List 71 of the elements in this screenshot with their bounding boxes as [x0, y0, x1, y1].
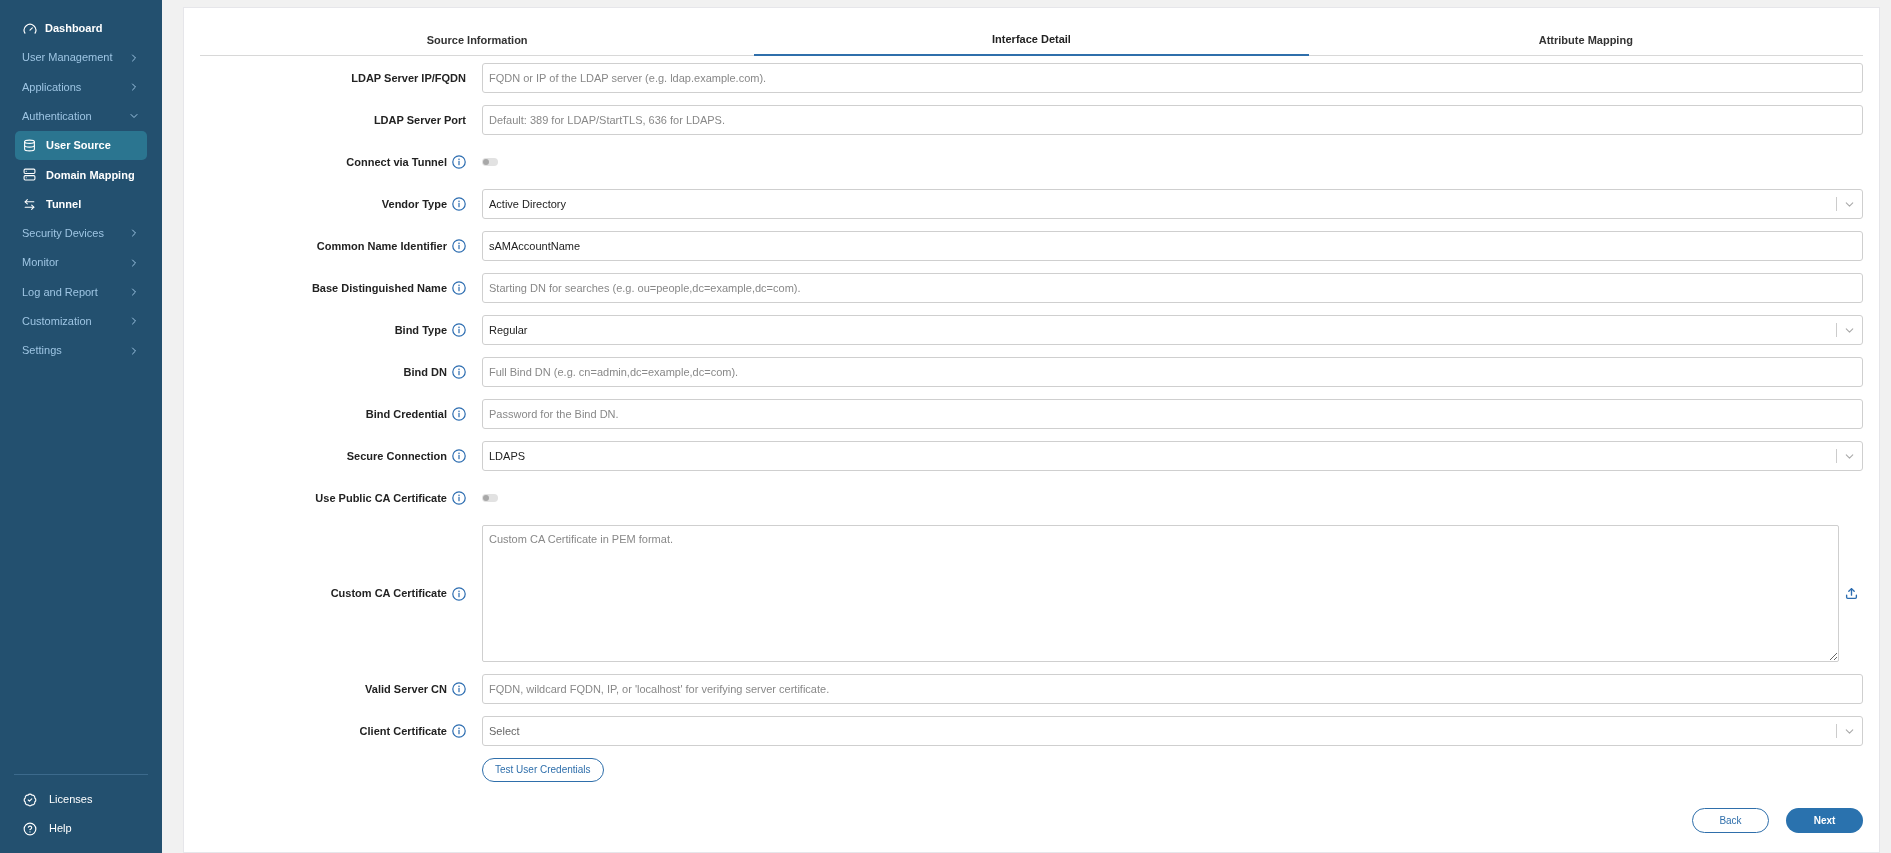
arrows-icon: [23, 197, 36, 211]
sidebar-subitem[interactable]: Tunnel: [15, 189, 147, 219]
sidebar-item[interactable]: User Management: [15, 43, 147, 73]
sidebar-item[interactable]: Licenses: [15, 785, 147, 814]
sidebar-item[interactable]: Monitor: [15, 248, 147, 278]
info-icon[interactable]: [452, 323, 466, 337]
info-icon[interactable]: [452, 682, 466, 696]
sidebar-item[interactable]: Authentication: [15, 101, 147, 131]
select-field[interactable]: Active Directory: [482, 189, 1863, 219]
next-button[interactable]: Next: [1786, 808, 1863, 833]
sidebar-item[interactable]: Applications: [15, 72, 147, 102]
tab[interactable]: Source Information: [200, 24, 755, 56]
text-field[interactable]: sAMAccountName: [482, 231, 1863, 261]
field-label: Secure Connection: [346, 448, 447, 464]
field-label: Bind DN: [403, 364, 447, 380]
upload-icon[interactable]: [1844, 587, 1858, 600]
tab[interactable]: Attribute Mapping: [1308, 24, 1863, 56]
field-label: Common Name Identifier: [316, 238, 447, 254]
badge-check-icon: [23, 792, 37, 807]
info-icon[interactable]: [452, 365, 466, 379]
question-icon: [23, 821, 37, 836]
text-field[interactable]: Starting DN for searches (e.g. ou=people,dc=example,dc=com).: [482, 273, 1863, 303]
test-credentials-button[interactable]: Test User Credentials: [482, 757, 604, 782]
select-field[interactable]: Regular: [482, 315, 1863, 345]
field-label: Valid Server CN: [365, 681, 447, 697]
field-label: Bind Credential: [365, 406, 447, 422]
certificate-textarea[interactable]: Custom CA Certificate in PEM format.: [482, 525, 1839, 662]
select-field[interactable]: LDAPS: [482, 441, 1863, 471]
tab[interactable]: Interface Detail: [754, 24, 1309, 56]
info-icon[interactable]: [452, 407, 466, 421]
text-field[interactable]: Password for the Bind DN.: [482, 399, 1863, 429]
field-label: LDAP Server Port: [373, 112, 466, 128]
text-field[interactable]: Full Bind DN (e.g. cn=admin,dc=example,dc=com).: [482, 357, 1863, 387]
info-icon[interactable]: [452, 239, 466, 253]
select-value: Active Directory: [489, 196, 567, 212]
database-icon: [23, 139, 36, 153]
sidebar-item[interactable]: Customization: [15, 306, 147, 336]
select-value: Regular: [489, 322, 528, 338]
select-value: LDAPS: [489, 448, 526, 464]
info-icon[interactable]: [452, 724, 466, 738]
info-icon[interactable]: [452, 155, 466, 169]
info-icon[interactable]: [452, 586, 466, 601]
field-label: Base Distinguished Name: [311, 280, 447, 296]
gauge-icon: [23, 21, 37, 36]
field-label: Bind Type: [394, 322, 447, 338]
field-label: Vendor Type: [381, 196, 447, 212]
text-field[interactable]: FQDN, wildcard FQDN, IP, or 'localhost' for verifying server certificate.: [482, 674, 1863, 704]
sidebar-item[interactable]: Settings: [15, 335, 147, 366]
server-icon: [23, 168, 36, 182]
text-field[interactable]: FQDN or IP of the LDAP server (e.g. ldap.example.com).: [482, 63, 1863, 93]
info-icon[interactable]: [452, 449, 466, 463]
select-placeholder: Select: [489, 723, 520, 739]
toggle-switch[interactable]: [482, 494, 498, 502]
field-label: LDAP Server IP/FQDN: [351, 70, 466, 86]
sidebar-item[interactable]: Log and Report: [15, 277, 147, 307]
sidebar-item[interactable]: Security Devices: [15, 218, 147, 249]
select-field[interactable]: Select: [482, 716, 1863, 746]
back-button[interactable]: Back: [1692, 808, 1769, 833]
field-label: Client Certificate: [359, 723, 447, 739]
field-label: Custom CA Certificate: [330, 586, 447, 602]
text-field[interactable]: Default: 389 for LDAP/StartTLS, 636 for LDAPS.: [482, 105, 1863, 135]
sidebar-subitem[interactable]: Domain Mapping: [15, 160, 147, 190]
sidebar-subitem[interactable]: User Source: [15, 130, 147, 161]
field-label: Use Public CA Certificate: [315, 490, 447, 506]
info-icon[interactable]: [452, 281, 466, 295]
info-icon[interactable]: [452, 491, 466, 505]
sidebar-item[interactable]: Dashboard: [15, 14, 147, 43]
sidebar-item[interactable]: Help: [15, 814, 147, 843]
field-label: Connect via Tunnel: [346, 154, 447, 170]
toggle-switch[interactable]: [482, 158, 498, 166]
info-icon[interactable]: [452, 197, 466, 211]
